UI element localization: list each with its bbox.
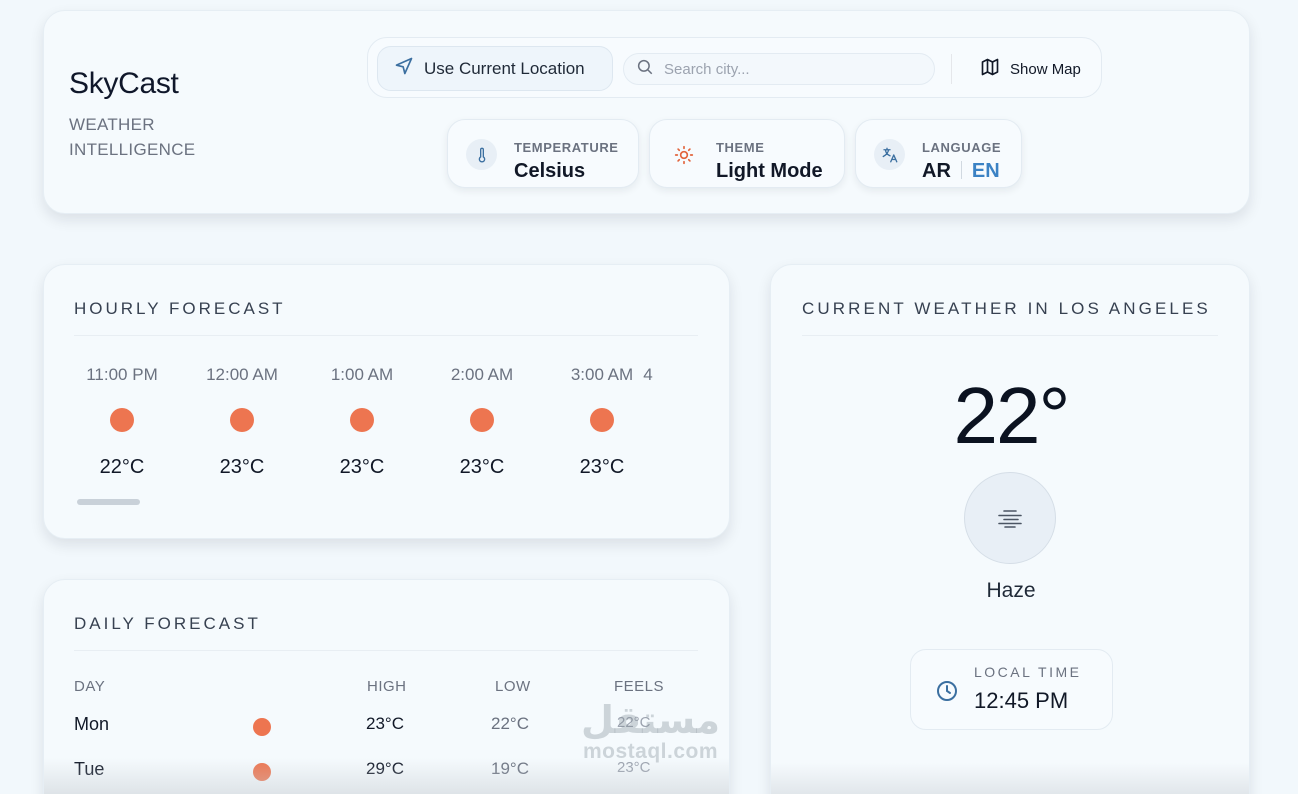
day-low: 22°C [491,714,529,733]
theme-toggle[interactable]: THEME Light Mode [649,119,845,188]
sun-icon [253,763,271,781]
sun-icon [110,408,134,432]
search-input[interactable] [664,60,924,78]
language-options: AR EN [922,160,1000,183]
local-time-box: LOCAL TIME 12:45 PM [910,649,1113,730]
search-toolbar: Use Current Location Show Map [367,37,1102,98]
map-icon [980,57,1000,81]
hourly-item: 2:00 AM 23°C [427,365,537,479]
temperature-unit-toggle[interactable]: TEMPERATURE Celsius [447,119,639,188]
theme-pref-label: THEME [716,140,765,155]
language-pref-label: LANGUAGE [922,140,1002,155]
sun-icon [590,408,614,432]
hourly-item: 1:00 AM 23°C [307,365,417,479]
hour-time: 1:00 AM [330,365,394,384]
day-name: Mon [74,714,110,734]
thermometer-icon [466,139,497,170]
column-header-day: DAY [74,678,106,695]
language-toggle[interactable]: LANGUAGE AR EN [855,119,1022,188]
table-row: Mon 23°C 22°C 22°C [44,714,729,754]
day-feels: 23°C [617,759,651,776]
daily-forecast-card: DAILY FORECAST DAY HIGH LOW FEELS Mon 23… [43,579,730,794]
language-option-en[interactable]: EN [972,160,1000,182]
sun-icon [470,408,494,432]
hour-time: 4 [643,365,653,384]
current-divider [802,335,1218,336]
column-header-feels: FEELS [614,678,665,695]
hourly-scrollbar[interactable] [77,499,140,505]
show-map-button[interactable]: Show Map [968,50,1093,88]
haze-icon [964,472,1056,564]
hourly-item-partial: 4 [638,365,658,385]
table-row: Tue 29°C 19°C 23°C [44,759,729,794]
app-title: SkyCast [69,67,179,100]
use-location-button[interactable]: Use Current Location [377,46,613,91]
daily-divider [74,650,698,651]
translate-icon [874,139,905,170]
temperature-pref-label: TEMPERATURE [514,140,619,155]
hour-temp: 23°C [339,456,385,478]
hourly-item: 11:00 PM 22°C [67,365,177,479]
daily-forecast-title: DAILY FORECAST [74,614,261,633]
hourly-forecast-title: HOURLY FORECAST [74,299,286,318]
day-low: 19°C [491,759,529,778]
hourly-divider [74,335,698,336]
search-icon [636,58,654,81]
hourly-forecast-card: HOURLY FORECAST 11:00 PM 22°C 12:00 AM 2… [43,264,730,539]
use-location-label: Use Current Location [424,58,585,78]
current-temperature: 22° [953,371,1071,460]
current-weather-card: CURRENT WEATHER IN LOS ANGELES 22° Haze … [770,264,1250,794]
language-option-ar[interactable]: AR [922,160,951,182]
hour-temp: 23°C [219,456,265,478]
day-high: 29°C [366,759,404,778]
day-name: Tue [74,759,105,779]
column-header-low: LOW [495,678,531,695]
search-field[interactable] [623,53,935,85]
sun-icon [668,139,699,170]
show-map-label: Show Map [1010,60,1081,78]
hour-time: 11:00 PM [86,365,158,384]
hourly-item: 12:00 AM 23°C [187,365,297,479]
sun-icon [230,408,254,432]
sun-icon [253,718,271,736]
clock-icon [935,679,959,708]
sun-icon [350,408,374,432]
hour-temp: 23°C [579,456,625,478]
column-header-high: HIGH [367,678,407,695]
bottom-fade [771,763,1249,794]
current-condition: Haze [986,579,1036,602]
day-high: 23°C [366,714,404,733]
app-subtitle: WEATHER INTELLIGENCE [69,115,196,159]
hour-time: 12:00 AM [206,365,278,384]
hour-time: 2:00 AM [450,365,514,384]
day-feels: 22°C [617,714,651,731]
local-time-label: LOCAL TIME [974,664,1082,680]
toolbar-divider [951,54,952,84]
language-separator [960,161,962,179]
hour-temp: 23°C [459,456,505,478]
current-weather-title: CURRENT WEATHER IN LOS ANGELES [802,299,1211,318]
header-card: SkyCast WEATHER INTELLIGENCE Use Current… [43,10,1250,214]
navigation-arrow-icon [394,56,414,81]
local-time-value: 12:45 PM [974,688,1069,713]
hour-temp: 22°C [99,456,145,478]
temperature-pref-value: Celsius [514,160,586,182]
theme-pref-value: Light Mode [716,160,823,182]
